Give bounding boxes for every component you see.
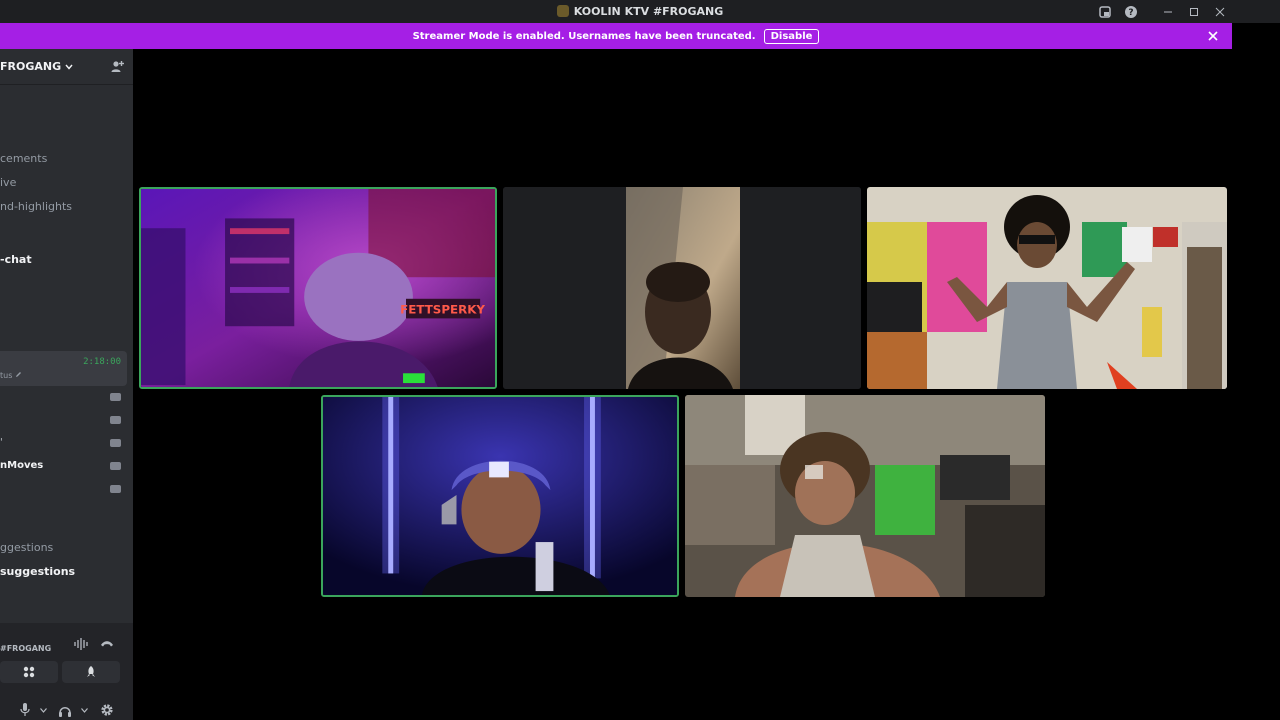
status-label: tus — [0, 371, 22, 380]
channel-announcements[interactable]: cements — [0, 152, 47, 165]
channel-live[interactable]: ive — [0, 176, 16, 189]
window-titlebar: KOOLIN KTV #FROGANG ? — [0, 0, 1280, 23]
server-header[interactable]: FROGANG — [0, 49, 133, 85]
minimize-button[interactable] — [1155, 0, 1181, 23]
channel-chat[interactable]: -chat — [0, 253, 32, 266]
svg-text:FETTSPERKY: FETTSPERKY — [400, 303, 485, 317]
channel-highlights[interactable]: nd-highlights — [0, 200, 72, 213]
video-feed — [685, 395, 1045, 597]
voice-member[interactable]: nMoves — [0, 460, 43, 471]
help-icon[interactable]: ? — [1118, 0, 1144, 23]
camera-icon — [110, 416, 121, 424]
rocket-icon — [87, 666, 95, 677]
chevron-down-icon — [65, 64, 73, 70]
banner-message: Streamer Mode is enabled. Usernames have… — [412, 30, 756, 42]
activities-button[interactable] — [0, 661, 58, 683]
camera-icon — [110, 439, 121, 447]
camera-icon — [110, 485, 121, 493]
microphone-icon[interactable] — [18, 703, 32, 717]
disable-button[interactable]: Disable — [763, 28, 820, 44]
voice-connection-panel: #FROGANG — [0, 623, 133, 720]
channel-suggestions-2[interactable]: suggestions — [0, 565, 75, 578]
gear-icon[interactable] — [100, 703, 114, 717]
chevron-down-icon[interactable] — [77, 703, 91, 717]
voice-channel-status[interactable]: 2:18:00 tus — [0, 351, 127, 386]
maximize-button[interactable] — [1181, 0, 1207, 23]
inbox-icon[interactable] — [1092, 0, 1118, 23]
video-tile-3[interactable] — [867, 187, 1227, 389]
close-banner-icon[interactable] — [1208, 27, 1218, 45]
video-feed — [503, 187, 861, 389]
stream-timer: 2:18:00 — [83, 357, 121, 367]
waveform-icon[interactable] — [74, 635, 88, 654]
svg-text:?: ? — [1128, 8, 1133, 18]
video-tile-2[interactable] — [503, 187, 861, 389]
phone-hangup-icon[interactable] — [100, 635, 114, 654]
voice-channel-name: #FROGANG — [0, 644, 52, 653]
server-name: FROGANG — [0, 60, 73, 73]
channel-sidebar: FROGANG cements ive nd-highlights -chat … — [0, 49, 133, 720]
apps-icon — [23, 666, 35, 678]
chevron-down-icon[interactable] — [36, 703, 50, 717]
close-window-button[interactable] — [1207, 0, 1233, 23]
voice-member[interactable]: ' — [0, 437, 3, 448]
channel-suggestions[interactable]: ggestions — [0, 541, 53, 554]
video-tile-4[interactable] — [321, 395, 679, 597]
server-icon — [556, 5, 569, 17]
video-feed: FETTSPERKY — [141, 189, 495, 387]
camera-icon — [110, 462, 121, 470]
headphones-icon[interactable] — [58, 703, 72, 717]
video-tile-5[interactable] — [685, 395, 1045, 597]
add-member-icon[interactable] — [110, 59, 124, 73]
streamer-mode-banner: Streamer Mode is enabled. Usernames have… — [0, 23, 1232, 49]
video-feed — [323, 397, 677, 595]
window-title: KOOLIN KTV #FROGANG — [0, 0, 1280, 23]
camera-icon — [110, 393, 121, 401]
video-feed — [867, 187, 1227, 389]
pencil-icon[interactable] — [15, 371, 22, 378]
video-tile-1[interactable]: FETTSPERKY — [139, 187, 497, 389]
soundboard-button[interactable] — [62, 661, 120, 683]
